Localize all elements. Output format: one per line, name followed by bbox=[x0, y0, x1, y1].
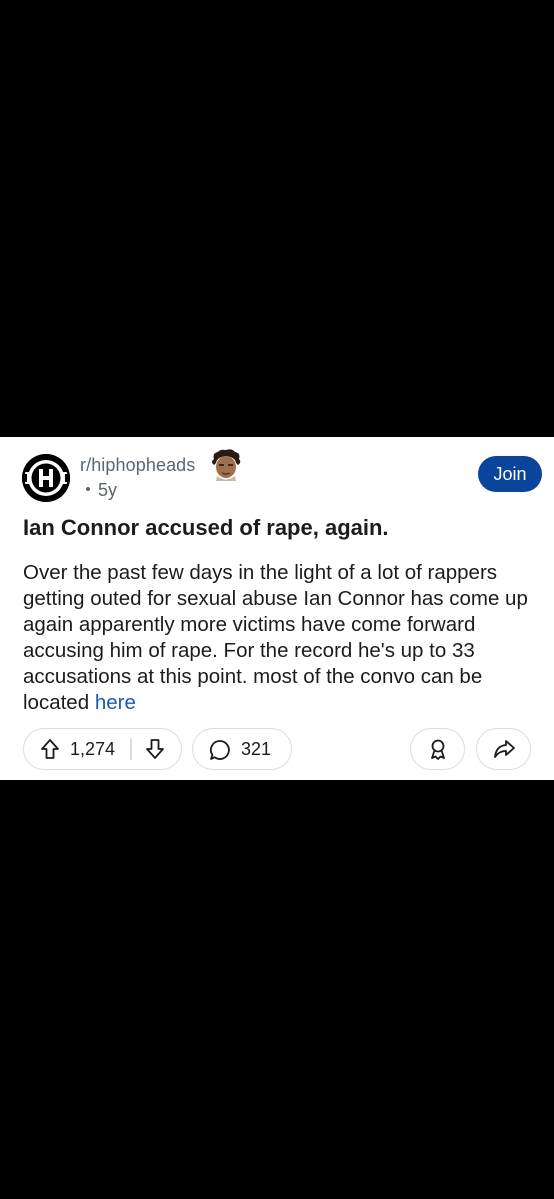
share-button[interactable] bbox=[476, 728, 531, 770]
post-body-link[interactable]: here bbox=[95, 691, 136, 714]
post-body[interactable]: Over the past few days in the light of a… bbox=[23, 560, 543, 716]
comments-button[interactable]: 321 bbox=[192, 728, 292, 770]
post-title[interactable]: Ian Connor accused of rape, again. bbox=[23, 515, 543, 541]
bottom-black-area bbox=[0, 780, 554, 1199]
subreddit-name[interactable]: r/hiphopheads bbox=[80, 455, 195, 476]
top-black-area bbox=[0, 0, 554, 437]
user-flair-avatar-icon bbox=[208, 449, 244, 481]
post-card[interactable]: r/hiphopheads 5y Join Ian Connor accused… bbox=[0, 437, 554, 780]
award-button[interactable] bbox=[410, 728, 465, 770]
comment-count: 321 bbox=[241, 739, 272, 759]
vote-control: 1,274 bbox=[23, 728, 182, 770]
join-button[interactable]: Join bbox=[478, 456, 542, 492]
post-age-label: 5y bbox=[98, 480, 118, 500]
arrow-down-icon[interactable] bbox=[145, 738, 165, 760]
award-ribbon-icon bbox=[431, 739, 445, 760]
vote-divider bbox=[130, 738, 132, 760]
arrow-up-icon[interactable] bbox=[40, 738, 60, 760]
vote-count: 1,274 bbox=[70, 739, 116, 759]
share-arrow-icon bbox=[494, 740, 515, 758]
speech-bubble-icon bbox=[209, 739, 231, 761]
post-age: 5y bbox=[86, 480, 117, 501]
separator-dot bbox=[86, 487, 90, 492]
subreddit-logo-icon[interactable] bbox=[22, 454, 70, 502]
